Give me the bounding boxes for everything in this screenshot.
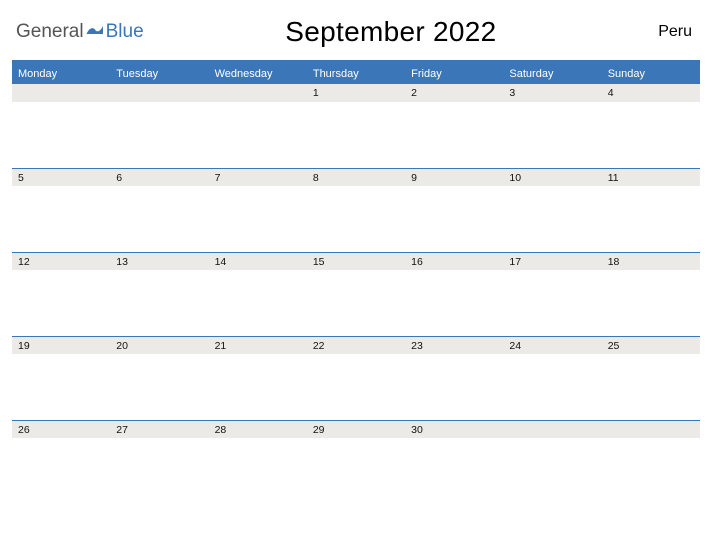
date-body: [602, 270, 700, 336]
date-cell: 30: [405, 420, 503, 438]
date-cell: 29: [307, 420, 405, 438]
date-body: [12, 438, 110, 504]
date-body: [503, 354, 601, 420]
header: General Blue September 2022 Peru: [12, 8, 700, 60]
date-body: [602, 102, 700, 168]
date-body: [12, 270, 110, 336]
date-body: [110, 102, 208, 168]
logo-text-general: General: [16, 21, 84, 43]
date-body: [307, 102, 405, 168]
date-body: [209, 270, 307, 336]
date-cell: 16: [405, 252, 503, 270]
date-body: [307, 270, 405, 336]
date-cell: 21: [209, 336, 307, 354]
day-header-sun: Sunday: [602, 63, 700, 84]
calendar-week-3: 12 13 14 15 16 17 18: [12, 252, 700, 336]
date-body: [110, 186, 208, 252]
date-body: [503, 186, 601, 252]
date-cell: 8: [307, 168, 405, 186]
date-cell: 14: [209, 252, 307, 270]
date-cell: [503, 420, 601, 438]
date-cell: 6: [110, 168, 208, 186]
date-cell: 10: [503, 168, 601, 186]
date-cell: 4: [602, 84, 700, 102]
day-header-wed: Wednesday: [209, 63, 307, 84]
date-cell: [110, 84, 208, 102]
calendar-week-1: 1 2 3 4: [12, 84, 700, 168]
date-cell: 15: [307, 252, 405, 270]
date-body: [405, 354, 503, 420]
date-cell: 27: [110, 420, 208, 438]
page-title: September 2022: [124, 16, 659, 48]
date-body: [503, 438, 601, 504]
date-body: [110, 270, 208, 336]
date-cell: 18: [602, 252, 700, 270]
date-cell: 23: [405, 336, 503, 354]
date-cell: 12: [12, 252, 110, 270]
date-body: [405, 438, 503, 504]
date-body: [602, 186, 700, 252]
date-body: [110, 438, 208, 504]
calendar-week-5: 26 27 28 29 30: [12, 420, 700, 504]
day-header-sat: Saturday: [503, 63, 601, 84]
date-cell: 5: [12, 168, 110, 186]
day-header-thu: Thursday: [307, 63, 405, 84]
date-body: [12, 186, 110, 252]
date-cell: 19: [12, 336, 110, 354]
date-body: [12, 102, 110, 168]
calendar-week-2: 5 6 7 8 9 10 11: [12, 168, 700, 252]
date-body: [110, 354, 208, 420]
date-cell: 9: [405, 168, 503, 186]
date-cell: 7: [209, 168, 307, 186]
date-cell: 1: [307, 84, 405, 102]
date-body: [405, 102, 503, 168]
date-cell: [12, 84, 110, 102]
date-cell: 20: [110, 336, 208, 354]
day-header-tue: Tuesday: [110, 63, 208, 84]
date-body: [12, 354, 110, 420]
calendar-header-row: Monday Tuesday Wednesday Thursday Friday…: [12, 60, 700, 84]
date-body: [503, 102, 601, 168]
date-body: [209, 186, 307, 252]
day-header-mon: Monday: [12, 63, 110, 84]
date-body: [209, 354, 307, 420]
calendar-week-4: 19 20 21 22 23 24 25: [12, 336, 700, 420]
date-body: [209, 438, 307, 504]
day-header-fri: Friday: [405, 63, 503, 84]
date-cell: [209, 84, 307, 102]
date-body: [307, 354, 405, 420]
date-body: [307, 186, 405, 252]
date-body: [209, 102, 307, 168]
date-body: [307, 438, 405, 504]
date-cell: 3: [503, 84, 601, 102]
date-cell: 28: [209, 420, 307, 438]
date-body: [405, 270, 503, 336]
date-body: [602, 354, 700, 420]
date-cell: [602, 420, 700, 438]
date-cell: 25: [602, 336, 700, 354]
logo-wave-icon: [86, 23, 104, 42]
region-label: Peru: [658, 23, 696, 41]
date-body: [405, 186, 503, 252]
date-cell: 26: [12, 420, 110, 438]
date-cell: 11: [602, 168, 700, 186]
date-cell: 17: [503, 252, 601, 270]
date-body: [602, 438, 700, 504]
date-cell: 24: [503, 336, 601, 354]
date-cell: 2: [405, 84, 503, 102]
date-body: [503, 270, 601, 336]
date-cell: 13: [110, 252, 208, 270]
date-cell: 22: [307, 336, 405, 354]
